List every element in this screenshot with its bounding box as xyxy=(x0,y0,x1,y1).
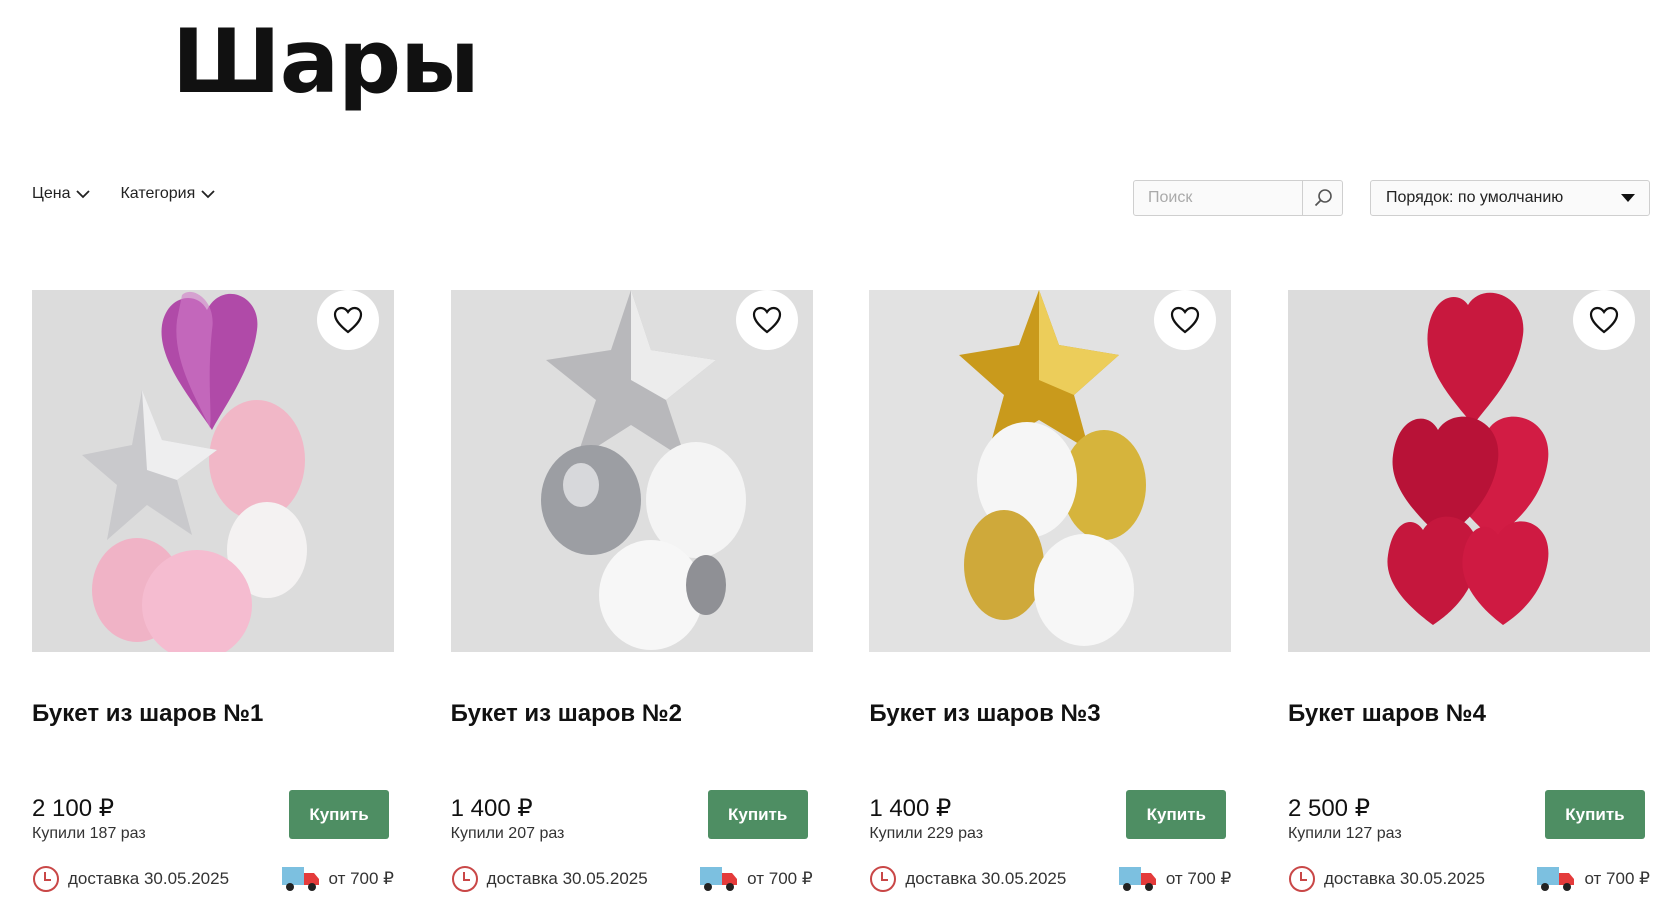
product-price: 2 500 ₽ xyxy=(1287,795,1370,822)
chevron-down-icon xyxy=(76,190,91,199)
delivery-row: доставка 30.05.2025 от 700 ₽ xyxy=(32,865,394,893)
product-card: Букет из шаров №1 2 100 ₽ Купили 187 раз… xyxy=(32,290,394,893)
product-image[interactable] xyxy=(32,290,394,652)
shipping-cost: от 700 ₽ xyxy=(1584,869,1650,888)
price-row: 1 400 ₽ Купили 207 раз Купить xyxy=(451,790,813,843)
filter-price-label: Цена xyxy=(32,185,71,202)
shipping-cost: от 700 ₽ xyxy=(1165,869,1232,888)
search-box xyxy=(1133,180,1343,216)
buy-button[interactable]: Купить xyxy=(1126,790,1227,839)
purchase-count: Купили 127 раз xyxy=(1287,825,1402,842)
heart-icon xyxy=(1171,306,1200,334)
shipping-cost: от 700 ₽ xyxy=(328,869,395,888)
delivery-row: доставка 30.05.2025 от 700 ₽ xyxy=(451,865,813,893)
search-icon xyxy=(1314,189,1332,207)
page-title: Шары xyxy=(172,10,480,113)
filter-bar: Цена Категория xyxy=(32,185,215,203)
purchase-count: Купили 207 раз xyxy=(450,825,565,842)
buy-button[interactable]: Купить xyxy=(1544,790,1645,839)
sort-label: Порядок: по умолчанию xyxy=(1386,189,1564,206)
delivery-truck-icon xyxy=(1537,867,1575,891)
product-title[interactable]: Букет из шаров №2 xyxy=(451,700,813,770)
product-title[interactable]: Букет из шаров №3 xyxy=(869,700,1231,770)
favorite-button[interactable] xyxy=(317,290,379,350)
delivery-date: доставка 30.05.2025 xyxy=(1323,869,1485,888)
delivery-date: доставка 30.05.2025 xyxy=(486,869,648,888)
price-row: 2 100 ₽ Купили 187 раз Купить xyxy=(32,790,394,843)
caret-down-icon xyxy=(1621,194,1635,202)
clock-icon xyxy=(33,866,59,892)
favorite-button[interactable] xyxy=(1572,290,1635,350)
product-image[interactable] xyxy=(869,290,1232,652)
heart-icon xyxy=(333,306,363,334)
search-input[interactable] xyxy=(1134,181,1302,215)
filter-price[interactable]: Цена xyxy=(32,185,91,203)
product-price: 1 400 ₽ xyxy=(450,795,533,822)
clock-icon xyxy=(451,866,478,892)
product-image[interactable] xyxy=(450,290,813,652)
delivery-truck-icon xyxy=(1118,867,1156,891)
buy-button[interactable]: Купить xyxy=(707,790,808,839)
heart-icon xyxy=(1589,306,1619,334)
price-row: 1 400 ₽ Купили 229 раз Купить xyxy=(869,790,1231,843)
clock-icon xyxy=(1288,866,1315,892)
sort-select[interactable]: Порядок: по умолчанию xyxy=(1370,180,1650,216)
search-button[interactable] xyxy=(1302,181,1342,215)
product-image[interactable] xyxy=(1287,290,1650,652)
purchase-count: Купили 229 раз xyxy=(869,825,984,842)
favorite-button[interactable] xyxy=(1154,290,1217,350)
delivery-row: доставка 30.05.2025 от 700 ₽ xyxy=(1288,865,1650,893)
product-title[interactable]: Букет шаров №4 xyxy=(1288,700,1650,770)
product-title[interactable]: Букет из шаров №1 xyxy=(32,700,394,770)
purchase-count: Купили 187 раз xyxy=(32,825,146,842)
chevron-down-icon xyxy=(201,190,215,199)
heart-icon xyxy=(752,306,781,334)
product-card: Букет из шаров №2 1 400 ₽ Купили 207 раз… xyxy=(450,290,813,893)
delivery-date: доставка 30.05.2025 xyxy=(68,869,230,888)
product-card: Букет шаров №4 2 500 ₽ Купили 127 раз Ку… xyxy=(1287,290,1650,893)
filter-category-label: Категория xyxy=(120,185,196,202)
product-grid: Букет из шаров №1 2 100 ₽ Купили 187 раз… xyxy=(32,290,1650,893)
product-price: 1 400 ₽ xyxy=(869,795,952,822)
product-price: 2 100 ₽ xyxy=(32,795,114,822)
delivery-truck-icon xyxy=(700,867,738,891)
delivery-row: доставка 30.05.2025 от 700 ₽ xyxy=(869,865,1231,893)
price-row: 2 500 ₽ Купили 127 раз Купить xyxy=(1288,790,1650,843)
delivery-truck-icon xyxy=(281,867,319,891)
favorite-button[interactable] xyxy=(735,290,798,350)
product-card: Букет из шаров №3 1 400 ₽ Купили 229 раз… xyxy=(869,290,1232,893)
filter-category[interactable]: Категория xyxy=(120,185,215,203)
shipping-cost: от 700 ₽ xyxy=(747,869,813,888)
delivery-date: доставка 30.05.2025 xyxy=(905,869,1067,888)
clock-icon xyxy=(870,866,897,892)
buy-button[interactable]: Купить xyxy=(289,790,389,839)
